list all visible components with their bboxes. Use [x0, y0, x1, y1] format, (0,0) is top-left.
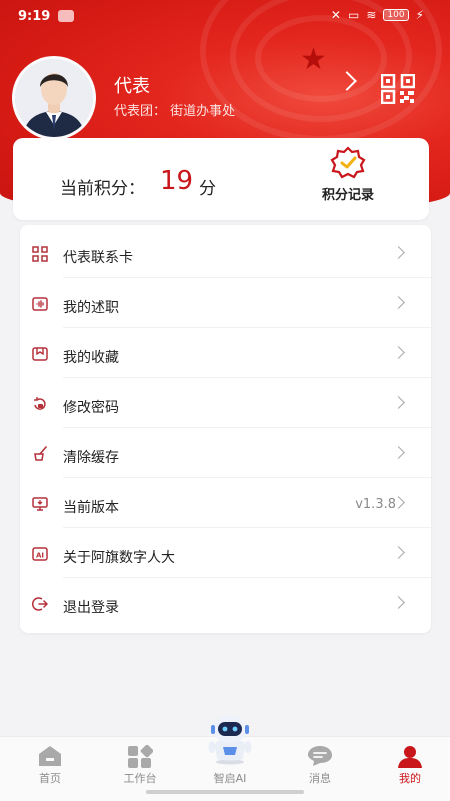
points-record-button[interactable]: 积分记录 [303, 146, 393, 214]
points-label: 当前积分： [60, 179, 145, 199]
menu-item-label: 我的述职 [63, 300, 119, 316]
tab-label: 我的 [399, 772, 421, 785]
workbench-icon [127, 744, 154, 773]
wifi-icon: ≋ [366, 8, 377, 22]
tab-mine[interactable]: 我的 [370, 737, 450, 801]
points-unit: 分 [199, 179, 216, 199]
menu-item-label: 我的收藏 [63, 350, 119, 366]
menu-item-label: 当前版本 [63, 500, 119, 516]
points-card: 当前积分： 19 分 积分记录 [13, 138, 429, 220]
message-icon [307, 745, 333, 771]
menu-item-label: 退出登录 [63, 600, 119, 616]
menu-item-contact-card[interactable]: 代表联系卡 [20, 228, 431, 278]
charging-icon: ⚡ [415, 8, 424, 22]
menu-item-label: 清除缓存 [63, 450, 119, 466]
menu-item-label: 代表联系卡 [63, 250, 133, 266]
chevron-right-icon [392, 396, 405, 409]
home-indicator[interactable] [146, 790, 304, 794]
menu-item-favorites[interactable]: 我的收藏 [20, 328, 431, 378]
menu-item-label: 关于阿旗数字人大 [63, 550, 175, 566]
chevron-right-icon[interactable] [337, 71, 357, 91]
menu-item-about[interactable]: AI 关于阿旗数字人大 [20, 528, 431, 578]
battery-icon: 100 [383, 9, 409, 21]
tab-label: 工作台 [123, 772, 157, 785]
tab-home[interactable]: 首页 [10, 737, 90, 801]
chevron-right-icon [392, 596, 405, 609]
qr-card-icon [32, 246, 48, 262]
user-delegation: 代表团： 街道办事处 [114, 104, 236, 119]
tab-label: 首页 [39, 772, 61, 785]
home-icon [37, 745, 63, 771]
points-value: 19 [160, 166, 194, 196]
svg-text:AI: AI [36, 552, 44, 560]
qr-code-icon[interactable] [380, 73, 416, 108]
chevron-right-icon [392, 446, 405, 459]
avatar[interactable] [12, 56, 96, 140]
lock-refresh-icon [32, 396, 48, 412]
favorite-box-icon [32, 346, 48, 362]
chevron-right-icon [392, 546, 405, 559]
chevron-right-icon [392, 296, 405, 309]
ai-icon: AI [32, 546, 48, 562]
menu-item-clear-cache[interactable]: 清除缓存 [20, 428, 431, 478]
badge-check-icon [303, 146, 393, 180]
menu-item-my-report[interactable]: 我的述职 [20, 278, 431, 328]
user-name: 代表 [114, 76, 150, 97]
monitor-download-icon [32, 496, 48, 512]
tab-label: 智启AI [213, 772, 247, 785]
settings-menu: 代表联系卡 我的述职 我的收藏 修改密码 清除缓存 当前版本 v1.3.8 AI… [20, 225, 431, 633]
status-bar: 9:19 ✕ ▭ ≋ 100 ⚡ [0, 0, 450, 32]
version-value: v1.3.8 [355, 497, 396, 512]
points-record-label: 积分记录 [321, 188, 374, 203]
tab-label: 消息 [309, 772, 331, 785]
menu-item-label: 修改密码 [63, 400, 119, 416]
audio-icon [32, 296, 48, 312]
menu-item-logout[interactable]: 退出登录 [20, 578, 431, 628]
notification-app-icon [58, 10, 74, 22]
status-time: 9:19 [18, 9, 51, 24]
logout-icon [32, 596, 49, 612]
robot-icon [203, 711, 257, 769]
mute-icon: ✕ [330, 8, 341, 22]
chevron-right-icon [392, 346, 405, 359]
menu-item-current-version[interactable]: 当前版本 v1.3.8 [20, 478, 431, 528]
profile-icon [397, 745, 423, 773]
profile-header[interactable]: 代表 代表团： 街道办事处 [12, 56, 438, 140]
chevron-right-icon [392, 246, 405, 259]
broom-icon [32, 446, 48, 462]
sim-icon: ▭ [347, 8, 360, 22]
menu-item-change-password[interactable]: 修改密码 [20, 378, 431, 428]
